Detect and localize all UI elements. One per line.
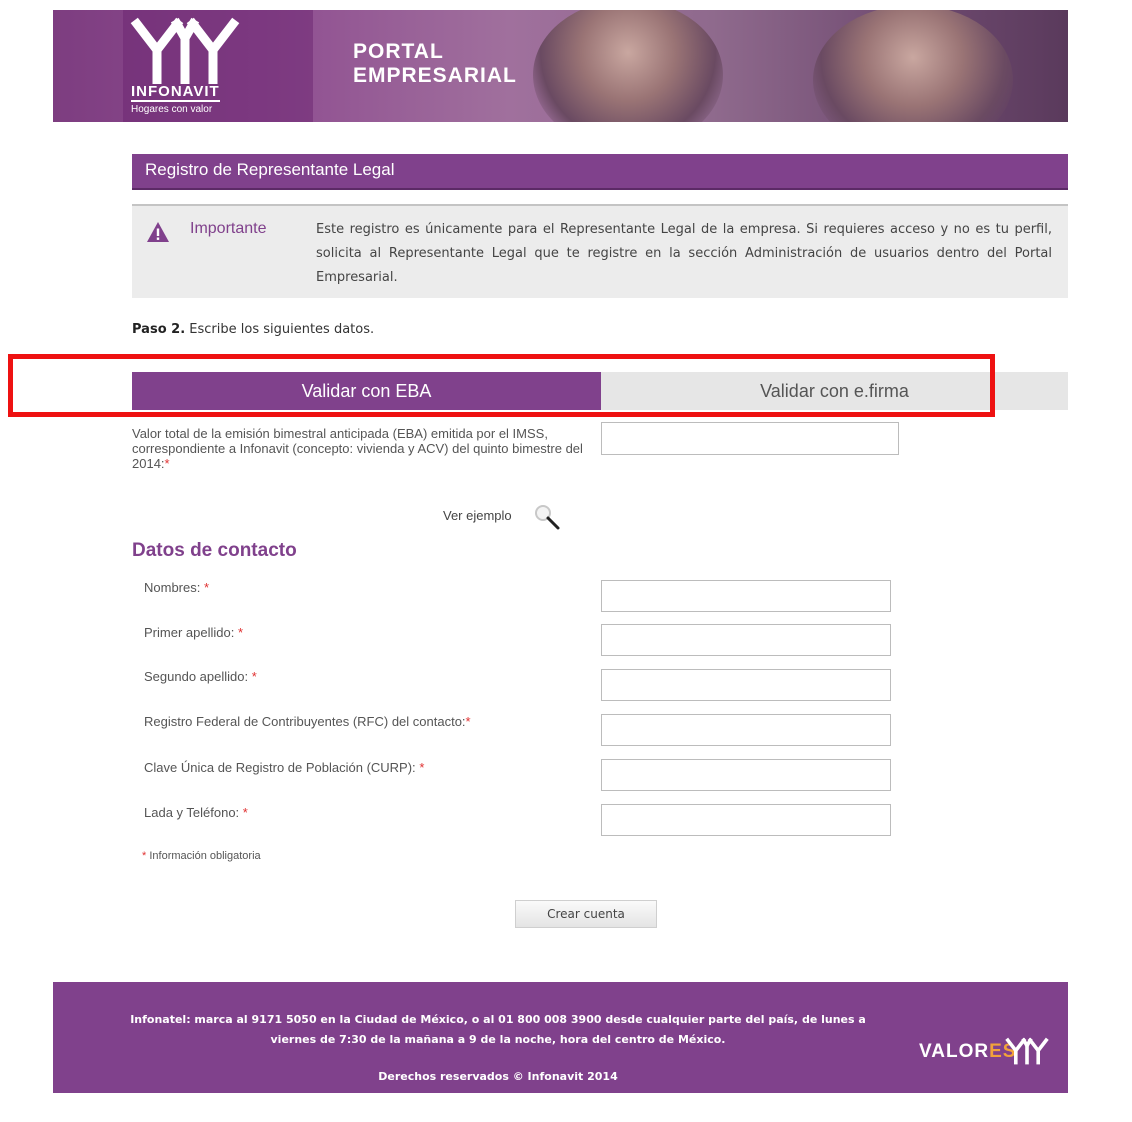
footer: Infonatel: marca al 9171 5050 en la Ciud…: [53, 982, 1068, 1093]
segundo-apellido-label: Segundo apellido: *: [144, 669, 257, 684]
section-title: Registro de Representante Legal: [145, 160, 395, 179]
required-asterisk: *: [203, 580, 210, 595]
important-text: Este registro es únicamente para el Repr…: [316, 222, 1052, 285]
eba-label: Valor total de la emisión bimestral anti…: [132, 426, 594, 471]
important-label: Importante: [190, 220, 267, 237]
primer-apellido-label: Primer apellido: *: [144, 625, 243, 640]
highlight-annotation-box: [8, 354, 995, 417]
nombres-label: Nombres: *: [144, 580, 209, 595]
segundo-apellido-input[interactable]: [601, 669, 891, 701]
warning-icon: [147, 222, 169, 242]
important-notice: Importante Este registro es únicamente p…: [132, 204, 1068, 298]
curp-label-text: Clave Única de Registro de Población (CU…: [144, 760, 416, 775]
section-header: Registro de Representante Legal: [132, 154, 1068, 190]
footer-copyright: Derechos reservados © Infonavit 2014: [378, 1070, 618, 1083]
lada-telefono-label-text: Lada y Teléfono:: [144, 805, 240, 820]
required-asterisk: *: [237, 625, 244, 640]
required-asterisk: *: [242, 805, 248, 820]
lada-telefono-input[interactable]: [601, 804, 891, 836]
logo-tagline: Hogares con valor: [131, 104, 213, 115]
portal-title-line1: PORTAL: [353, 40, 444, 63]
rfc-input[interactable]: [601, 714, 891, 746]
eba-value-input[interactable]: [601, 422, 899, 455]
magnifier-icon[interactable]: [532, 502, 562, 532]
required-note-text: Información obligatoria: [149, 850, 261, 862]
eba-label-text: Valor total de la emisión bimestral anti…: [132, 426, 583, 471]
portal-title: PORTAL EMPRESARIAL: [353, 40, 517, 88]
logo-wordmark: INFONAVIT: [131, 83, 220, 102]
segundo-apellido-label-text: Segundo apellido:: [144, 669, 249, 684]
primer-apellido-label-text: Primer apellido:: [144, 625, 235, 640]
valores-logo: VALORES: [919, 1041, 1016, 1063]
rfc-label: Registro Federal de Contribuyentes (RFC)…: [144, 714, 471, 729]
primer-apellido-input[interactable]: [601, 624, 891, 656]
lada-telefono-label: Lada y Teléfono: *: [144, 805, 248, 820]
required-asterisk: *: [142, 850, 147, 862]
curp-input[interactable]: [601, 759, 891, 791]
step-text: Escribe los siguientes datos.: [189, 322, 375, 337]
nombres-input[interactable]: [601, 580, 891, 612]
footer-line2: viernes de 7:30 de la mañana a 9 de la n…: [270, 1033, 726, 1046]
valores-text-a: VALOR: [919, 1041, 990, 1062]
step-number: Paso 2.: [132, 322, 186, 337]
banner-photo-person-right: [813, 10, 1013, 122]
infonavit-footer-logo-icon: [1005, 1037, 1049, 1065]
curp-label: Clave Única de Registro de Población (CU…: [144, 760, 424, 775]
create-account-button[interactable]: Crear cuenta: [515, 900, 657, 928]
ver-ejemplo-link[interactable]: Ver ejemplo: [443, 508, 512, 523]
nombres-label-text: Nombres:: [144, 580, 201, 595]
required-asterisk: *: [465, 714, 471, 729]
banner-photo-person-left: [533, 10, 723, 122]
required-note: * Información obligatoria: [142, 850, 261, 862]
step-instruction: Paso 2. Escribe los siguientes datos.: [132, 322, 374, 337]
header-banner: INFONAVIT Hogares con valor PORTAL EMPRE…: [53, 10, 1068, 122]
portal-title-line2: EMPRESARIAL: [353, 64, 517, 87]
required-asterisk: *: [419, 760, 425, 775]
infonavit-logo-icon[interactable]: [125, 16, 245, 84]
footer-line1: Infonatel: marca al 9171 5050 en la Ciud…: [130, 1013, 866, 1026]
required-asterisk: *: [251, 669, 257, 684]
footer-contact-info: Infonatel: marca al 9171 5050 en la Ciud…: [53, 1010, 943, 1050]
rfc-label-text: Registro Federal de Contribuyentes (RFC)…: [144, 714, 466, 729]
contact-section-title: Datos de contacto: [132, 540, 297, 561]
required-asterisk: *: [164, 456, 170, 471]
